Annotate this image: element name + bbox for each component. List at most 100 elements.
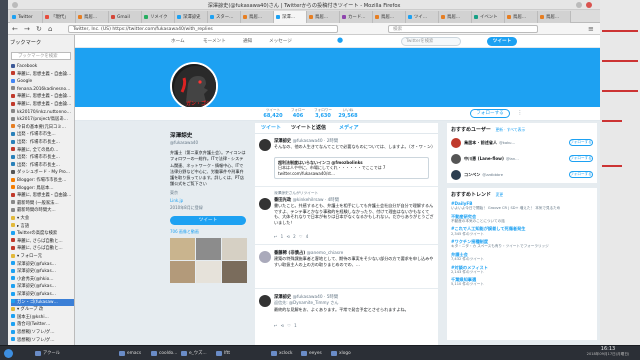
tab-media[interactable]: メディア — [339, 124, 359, 131]
taskbar-item[interactable]: eeyes — [300, 349, 322, 358]
trend-item[interactable]: #対談のメフィスト 2,143 件のツイート — [451, 265, 593, 275]
browser-tab[interactable]: 鳥居… — [307, 11, 340, 23]
tweet-actions[interactable]: ↩ ⟲ ♡ 1 — [274, 323, 298, 328]
bookmark-item[interactable]: fenana.2016kadinesno… — [11, 86, 74, 94]
media-thumb[interactable] — [170, 237, 195, 260]
taskbar-item[interactable]: アクール — [34, 349, 60, 358]
back-icon[interactable]: ← — [12, 25, 18, 33]
suggested-user-name[interactable]: コンペン — [464, 172, 480, 178]
taskbar-item[interactable]: emacs — [118, 349, 141, 358]
browser-tab[interactable]: 深澤諒史 — [175, 11, 208, 23]
bookmark-item[interactable]: 深澤諒史(@fukas… — [11, 283, 74, 291]
browser-tab[interactable]: 鳥居… — [439, 11, 472, 23]
minimize-icon[interactable] — [576, 2, 582, 8]
suggested-user-name[interactable]: 鳥居本 · 前述省人 — [464, 140, 497, 146]
bookmark-item[interactable]: 深澤諒史(@fukas… — [11, 291, 74, 299]
media-thumb[interactable] — [170, 260, 195, 283]
browser-tab[interactable]: 深澤… — [274, 11, 307, 23]
bookmark-item[interactable]: 今日の基本要(元日コミ… — [11, 124, 74, 132]
trend-item[interactable]: #DailyFB いよいよ今日で開始！ Groove CR | SD+ 増えた！ … — [451, 201, 593, 211]
bookmark-item[interactable]: 最新時間 (一般家法… — [11, 200, 74, 208]
bookmark-item[interactable]: Blogger: 鳥居本… — [11, 185, 74, 193]
bookmark-item[interactable]: 華麗に, 思想主義・自由論… — [11, 101, 74, 109]
media-thumb[interactable] — [196, 260, 221, 283]
browser-search-input[interactable]: 検索 — [388, 25, 538, 33]
taskbar-clock[interactable]: 16:13 2018年09月17日(月曜日) — [578, 346, 638, 357]
bookmark-item[interactable]: 華麗に, 思想主義・自由論… — [11, 93, 74, 101]
media-thumb[interactable] — [222, 237, 247, 260]
nav-moments[interactable]: モーメント — [203, 38, 226, 44]
start-menu-icon[interactable] — [4, 349, 13, 358]
bookmark-item[interactable]: ▾ 大会 — [11, 215, 74, 223]
trend-item[interactable]: 不動産研究会 不動産の本気のことについての話 — [451, 214, 593, 224]
menu-icon[interactable]: ≡ — [588, 25, 594, 33]
trend-item[interactable]: #ワクチン接種制度 キタ・ニタ・カ スペースも有り・ツイートでフォーラリッジ — [451, 239, 593, 249]
tweet[interactable]: 番藤稀 (非債占) @anemo_chiasre 建築の特殊課施事者と客地として… — [255, 247, 438, 289]
browser-tab[interactable]: 鳥居… — [241, 11, 274, 23]
follow-button[interactable]: フォローする — [470, 109, 510, 118]
suggested-user-avatar[interactable] — [451, 153, 461, 164]
bookmark-item[interactable]: 出発：作場市市長主… — [11, 154, 74, 162]
tweet[interactable]: 深澤諒史 @fukasawa40 · 5時間 返信先: @Dynamite_Ti… — [255, 291, 438, 345]
tweet-avatar[interactable] — [259, 251, 271, 263]
bookmark-item[interactable]: 華麗に, さらば自動と… — [11, 238, 74, 246]
suggested-user[interactable]: 鳥居本 · 前述省人 @kaku… フォローする — [451, 136, 593, 149]
bookmark-item[interactable]: kk20170/inkz.nuttonno… — [11, 109, 74, 117]
bookmark-item[interactable]: Facebook — [11, 63, 74, 71]
profile-stat[interactable]: いいね 29,568 — [336, 108, 360, 119]
profile-stat[interactable]: ツイート 68,420 — [261, 108, 285, 119]
profile-tweet-button[interactable]: ツイート — [170, 215, 246, 225]
media-thumb[interactable] — [222, 260, 247, 283]
bookmark-item[interactable]: ▾ フォロー元 — [11, 253, 74, 261]
browser-tab[interactable]: Gmail — [109, 11, 142, 23]
bookmark-item[interactable]: 華麗に, 思想主義・自由論… — [11, 192, 74, 200]
bookmark-search-input[interactable]: ブックマークを検索 — [11, 52, 71, 60]
twitter-search-input[interactable]: Twitterを検索 — [401, 37, 461, 46]
bookmark-item[interactable]: 出発：作場市市長主… — [11, 139, 74, 147]
profile-stat[interactable]: フォロワー 3,630 — [311, 108, 335, 119]
trend-item[interactable]: 千葉県知事選 5,110 件のツイート — [451, 277, 593, 287]
browser-tab[interactable]: 鳥居… — [76, 11, 109, 23]
close-icon[interactable] — [586, 2, 592, 8]
bookmark-item[interactable]: 国本王(@kshi… — [11, 314, 74, 322]
trends-change-link[interactable]: 変更 — [496, 192, 504, 197]
bookmark-item[interactable]: kk2017/project/鳥居あ… — [11, 116, 74, 124]
tweet[interactable]: 深澤諒史さんがリツイート 番田光政 @kinkehilrsaw · 4時間 書い… — [255, 189, 438, 245]
bookmark-item[interactable]: 深澤諒史(@fukas… — [11, 268, 74, 276]
profile-stat[interactable]: フォロー 406 — [286, 108, 310, 119]
reload-icon[interactable]: ↻ — [36, 25, 42, 33]
quoted-tweet[interactable]: 超利法制度はいらないインコ @fmozbolinks 日本は人や中に、市場にして… — [274, 157, 429, 180]
suggested-user[interactable]: コンペン @zzdbbbre フォローする — [451, 168, 593, 181]
taskbar-item[interactable]: xclock — [270, 349, 293, 358]
bookmark-item[interactable]: 出発 - 作場市市生… — [11, 131, 74, 139]
media-thumb[interactable] — [196, 237, 221, 260]
bookmark-item[interactable]: ▸ 言語 — [11, 223, 74, 231]
bookmark-item[interactable]: ガン・ゴ(fukasaw… — [11, 298, 74, 307]
bookmark-item[interactable]: Twitterの高度な検索 — [11, 230, 74, 238]
nav-notifications[interactable]: 通知 — [243, 38, 252, 44]
tweet-button[interactable]: ツイート — [487, 37, 517, 46]
twitter-bird-icon[interactable]: ● — [337, 36, 343, 44]
suggested-user-avatar[interactable] — [451, 169, 461, 180]
browser-tab[interactable]: 鳥居… — [538, 11, 571, 23]
profile-handle[interactable]: @fukasawa40 — [170, 140, 247, 145]
taskbar-item[interactable]: Iftt — [215, 349, 230, 358]
profile-link[interactable]: Link.jp — [170, 198, 247, 203]
bookmark-item[interactable]: ▾ グループ 改 — [11, 306, 74, 314]
bookmark-item[interactable]: ダッシュボード - My Pro… — [11, 169, 74, 177]
browser-tab[interactable]: ツイ… — [406, 11, 439, 23]
tweet-actions[interactable]: ↩ 1 ⟲ 2 ♡ 4 — [274, 234, 309, 239]
tab-tweets-replies[interactable]: ツイートと返信 — [291, 124, 326, 131]
browser-tab[interactable]: イベント — [472, 11, 505, 23]
suggested-follow-button[interactable]: フォローする — [569, 171, 593, 178]
bookmark-item[interactable]: 落合司(Twitter… — [11, 321, 74, 329]
taskbar-item[interactable]: e_ウズ… — [180, 349, 207, 358]
browser-tab[interactable]: リメイク — [142, 11, 175, 23]
bookmark-item[interactable]: Google — [11, 78, 74, 86]
bookmark-item[interactable]: 最新時間の時間大… — [11, 207, 74, 215]
tab-tweets[interactable]: ツイート — [261, 124, 281, 131]
bookmark-item[interactable]: Blogger: 作場市市長主… — [11, 177, 74, 185]
reply-context[interactable]: 返信先: @Dynamite_Timmy さん — [274, 300, 434, 306]
media-link[interactable]: 706 画像と動画 — [170, 229, 247, 235]
bookmark-item[interactable]: 華麗に, 全ての鳥の… — [11, 147, 74, 155]
